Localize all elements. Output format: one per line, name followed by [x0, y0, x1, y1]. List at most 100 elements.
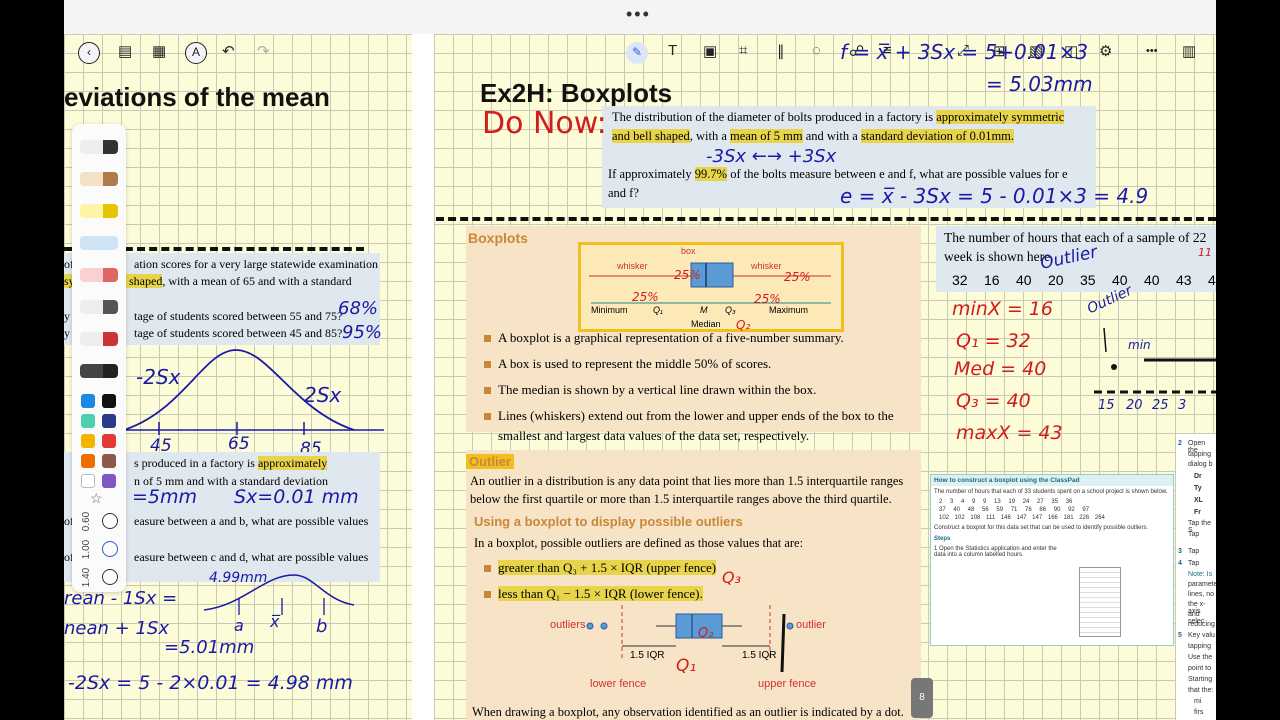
q2-line1: s produced in a factory is — [134, 456, 258, 470]
fountain-pen-tool[interactable] — [80, 140, 118, 154]
color-swatch-3[interactable] — [81, 414, 95, 428]
page-gap — [412, 34, 434, 720]
undo-icon[interactable]: ↶ — [222, 42, 235, 60]
q1-line2: , with a mean of 65 and with a standard — [162, 274, 352, 288]
upper-fence-label: upper fence — [758, 678, 817, 690]
size-label-small: 0.60 — [81, 511, 93, 532]
box-label: box — [681, 246, 696, 256]
hours-value: 35 — [1080, 272, 1096, 288]
color-swatch-7[interactable] — [81, 454, 95, 468]
right-section-divider — [436, 217, 1216, 221]
top-bar: ••• — [64, 0, 1216, 34]
ink-a: a — [234, 616, 244, 635]
step-4-num: 4 — [1178, 560, 1182, 567]
step-4-note-1: paramete — [1188, 581, 1216, 588]
ink-top-result: = 5.03mm — [986, 72, 1093, 96]
marker-tool[interactable] — [80, 236, 118, 250]
pen-tool-icon[interactable]: ✎ — [626, 42, 648, 64]
classpad-task: Construct a boxplot for this data set th… — [934, 525, 1149, 531]
ink-25-a: 25% — [674, 268, 701, 282]
size-option-medium[interactable] — [102, 541, 118, 557]
size-option-small[interactable] — [102, 513, 118, 529]
classpad-title: How to construct a boxplot using the Cla… — [931, 475, 1173, 486]
q1-part-a: tage of students scored between 55 and 7… — [134, 309, 343, 323]
bullet-1: A boxplot is a graphical representation … — [466, 328, 916, 348]
do-now-hl-4: 99.7% — [694, 167, 728, 181]
sidebar-icon[interactable]: ▤ — [118, 42, 132, 60]
image-tool-icon[interactable]: ▣ — [703, 42, 717, 60]
ink-median-value: Med = 40 — [954, 358, 1047, 380]
boxplot-diagram-svg — [589, 262, 831, 304]
outlier-bullet-1: greater than Q₃ + 1.5 × IQR (upper fence… — [498, 560, 717, 575]
ink-q3-marker: Q₃ — [722, 568, 742, 587]
bullet-3: The median is shown by a vertical line d… — [466, 380, 916, 400]
ink-max-x: maxX = 43 — [956, 422, 1063, 444]
back-button[interactable]: ‹ — [78, 42, 100, 64]
redo-icon[interactable]: ↷ — [257, 42, 270, 60]
color-swatch-1[interactable] — [81, 394, 95, 408]
color-swatch-9[interactable] — [81, 474, 95, 488]
ink-q3-value: Q₃ = 40 — [956, 390, 1031, 412]
iqr-left-label: 1.5 IQR — [630, 650, 665, 661]
notes-app: ••• ‹ ▤ ▦ A ↶ ↷ ✎ T ▣ ⌗ ∥ ◌ ☍ ≡ ⤢ ⊞ ▧ ◫ … — [64, 0, 1216, 720]
page-number-tab[interactable]: 8 — [911, 678, 933, 718]
pen-mode-button[interactable]: A — [185, 42, 207, 64]
color-swatch-6[interactable] — [102, 434, 116, 448]
do-now-hl-2: mean of 5 mm — [730, 129, 803, 143]
step-5-num: 5 — [1178, 632, 1182, 639]
ink-b: b — [316, 616, 328, 637]
step-5-line-c: Use the — [1188, 654, 1213, 661]
classpad-panel: How to construct a boxplot using the Cla… — [930, 474, 1174, 646]
ruler-tool-icon[interactable]: ∥ — [777, 42, 785, 60]
q1-label: Q₁ — [653, 305, 663, 315]
ink-axis-3: 3 — [1178, 398, 1187, 413]
lower-fence-label: lower fence — [590, 678, 647, 690]
more-icon[interactable]: ••• — [1146, 45, 1158, 57]
step-2-xl: XL — [1194, 497, 1203, 504]
q1-line1: ation scores for a very large statewide … — [134, 257, 379, 271]
settings-icon[interactable]: ⚙ — [1099, 42, 1112, 60]
q3-label: Q₃ — [725, 305, 736, 315]
hours-value: 43 — [1176, 272, 1192, 288]
brush-tool[interactable] — [80, 332, 118, 346]
hours-value: 32 — [952, 272, 968, 288]
bullet-4: Lines (whiskers) extend out from the low… — [466, 406, 916, 446]
hours-value: 20 — [1048, 272, 1064, 288]
median-m-label: M — [700, 305, 708, 315]
outliers-left-label: outliers — [550, 619, 586, 631]
ink-tick-65: 65 — [228, 434, 250, 454]
step-5-line-e: Starting — [1188, 676, 1213, 683]
do-now-hl-3: standard deviation of 0.01mm. — [860, 129, 1015, 143]
panel-icon[interactable]: ▥ — [1182, 42, 1196, 60]
multitask-dots[interactable]: ••• — [626, 4, 651, 25]
color-swatch-8[interactable] — [102, 454, 116, 468]
ink-25-d: 25% — [784, 270, 811, 284]
color-swatch-5[interactable] — [81, 434, 95, 448]
size-option-large[interactable] — [102, 569, 118, 585]
step-2-fr: Fr — [1194, 509, 1201, 516]
ink-q1-marker: Q₁ — [676, 656, 697, 676]
crop-tool-icon[interactable]: ⌗ — [739, 42, 747, 59]
comment-tool-icon[interactable]: ◌ — [812, 42, 821, 59]
steps-sidebar: 2 Open the tapping dialog b Dr Ty XL Fr … — [1176, 434, 1216, 720]
ink-pen-tool[interactable] — [80, 364, 118, 378]
highlighter-tool[interactable] — [80, 204, 118, 218]
do-now-text-3: and with a — [802, 129, 861, 143]
classpad-step-1: 1 Open the Statistics application and en… — [934, 546, 1057, 558]
color-swatch-10[interactable] — [102, 474, 116, 488]
ink-axis-20: 20 — [1126, 398, 1143, 413]
hours-text-1: The number of hours that each of a sampl… — [944, 230, 1207, 245]
lasso-tool[interactable] — [80, 300, 118, 314]
favorite-star-icon[interactable]: ☆ — [90, 490, 103, 507]
pencil-tool[interactable] — [80, 172, 118, 186]
color-swatch-4[interactable] — [102, 414, 116, 428]
left-page-title: eviations of the mean — [64, 82, 330, 112]
grid-view-icon[interactable]: ▦ — [152, 42, 166, 60]
text-tool-icon[interactable]: T — [668, 42, 677, 59]
hours-value: 40 — [1016, 272, 1032, 288]
color-swatch-2[interactable] — [102, 394, 116, 408]
bullet-2: A box is used to represent the middle 50… — [466, 354, 916, 374]
outlier-heading: Outlier — [466, 454, 514, 469]
minimum-label: Minimum — [591, 305, 628, 315]
eraser-tool[interactable] — [80, 268, 118, 282]
